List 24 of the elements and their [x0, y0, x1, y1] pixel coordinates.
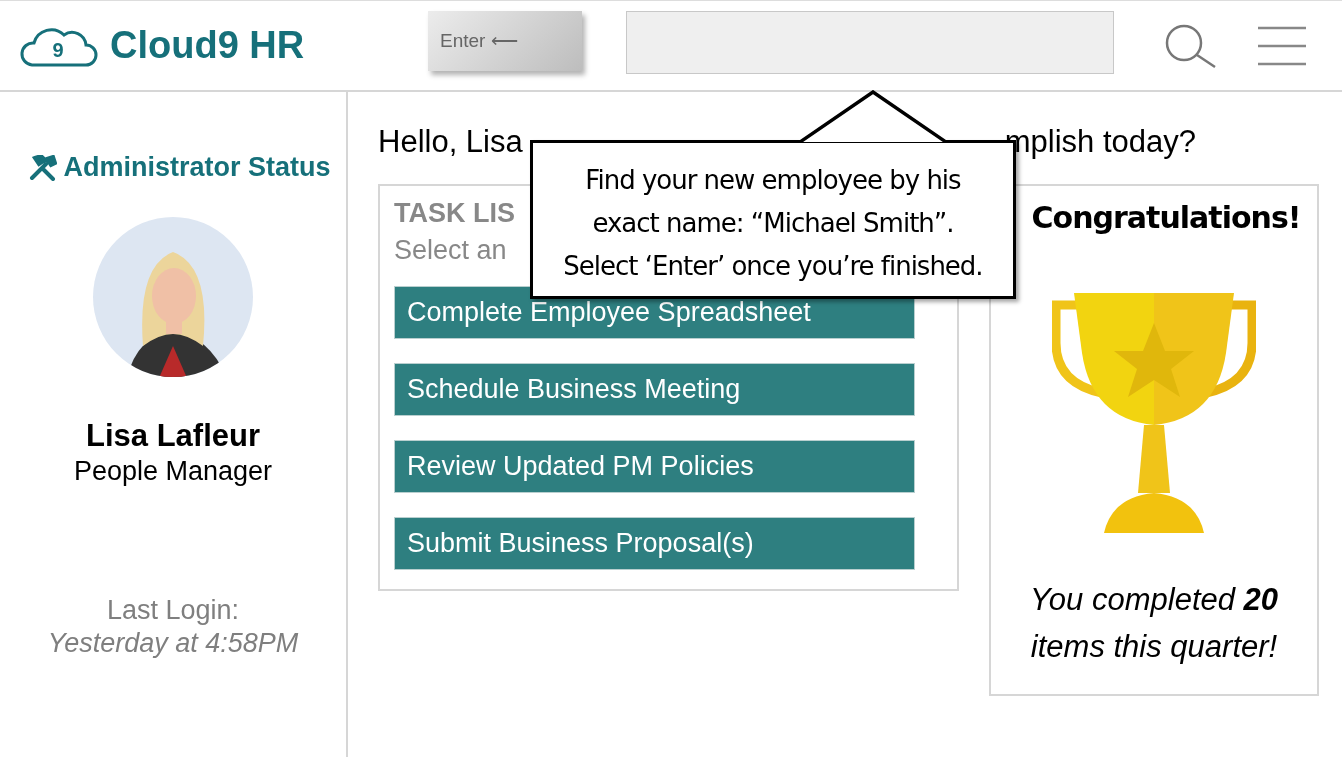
search-icon[interactable]	[1164, 22, 1218, 69]
tools-icon	[29, 154, 58, 181]
callout-text: Find your new employee by his	[585, 164, 961, 197]
task-button[interactable]: Submit Business Proposal(s)	[394, 517, 915, 570]
task-button[interactable]: Review Updated PM Policies	[394, 440, 915, 493]
task-list-title: TASK LIS	[394, 198, 515, 229]
task-button[interactable]: Schedule Business Meeting	[394, 363, 915, 416]
callout-text: exact name: “Michael Smith”.	[592, 207, 954, 240]
trophy-icon	[1052, 293, 1256, 533]
greeting-text: Hello, Lisa	[378, 124, 523, 160]
brand-name: Cloud9 HR	[110, 24, 305, 67]
user-role: People Manager	[73, 456, 273, 487]
callout-text: Select ‘Enter’ once you’re finished.	[563, 250, 983, 283]
user-name: Lisa Lafleur	[86, 418, 260, 454]
search-field[interactable]	[626, 10, 1114, 74]
status-label: Administrator Status	[63, 152, 331, 183]
achievement-title: Congratulations!	[1031, 200, 1301, 235]
enter-button[interactable]: Enter ⟵	[428, 10, 582, 71]
last-login-label: Last Login:	[106, 595, 240, 626]
menu-icon[interactable]	[1258, 25, 1306, 66]
last-login-time: Yesterday at 4:58PM	[47, 628, 299, 659]
task-list-subtitle: Select an	[394, 235, 507, 266]
logo-digit: 9	[52, 38, 64, 61]
achievement-message: You completed 20 items this quarter!	[1028, 581, 1280, 666]
